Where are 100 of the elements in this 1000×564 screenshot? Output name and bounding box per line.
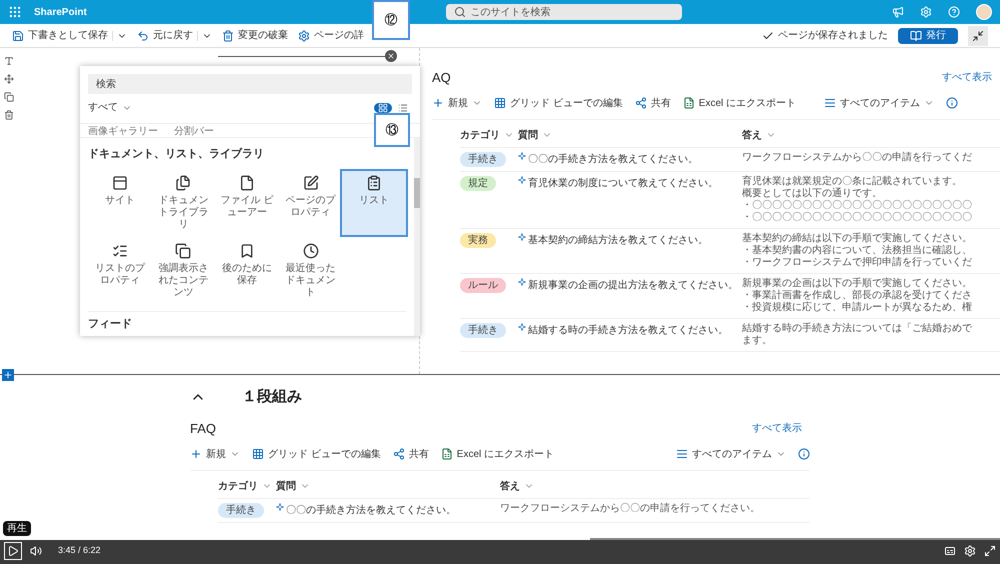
files-icon xyxy=(175,174,192,190)
list-icon xyxy=(398,102,408,112)
settings-icon xyxy=(964,545,976,557)
toolbar-button[interactable]: 共有 xyxy=(634,96,671,110)
clock-icon xyxy=(302,242,319,258)
sparkle-icon xyxy=(518,232,526,240)
toolbox-item[interactable]: 分割バー xyxy=(174,127,214,137)
app-launcher-icon xyxy=(8,5,22,19)
category-tag: 手続き xyxy=(460,322,506,338)
book-icon xyxy=(910,30,922,42)
close-icon xyxy=(387,52,395,60)
play-icon xyxy=(7,545,19,557)
filter-dropdown[interactable]: すべて xyxy=(88,100,132,115)
plus-icon xyxy=(190,448,202,460)
add-section-button[interactable] xyxy=(2,369,14,381)
megaphone-icon xyxy=(892,6,904,18)
question-cell-text: 新規事業の企画の提出方法を教えてください。 xyxy=(528,278,738,292)
help-icon xyxy=(948,6,960,18)
column-header[interactable]: 質問 xyxy=(276,478,500,494)
toolbar-button[interactable]: Excel にエクスポート xyxy=(682,96,796,110)
toolbar-button[interactable]: 新規 xyxy=(432,96,482,110)
webpart-title: AQ xyxy=(432,69,451,87)
settings-icon xyxy=(920,6,932,18)
info-icon xyxy=(946,97,958,109)
column-header[interactable]: カテゴリ xyxy=(218,478,276,494)
volume-icon xyxy=(30,545,42,557)
question-cell-text: 基本契約の締結方法を教えてください。 xyxy=(528,234,708,248)
question-cell-text: 育児休業の制度について教えてください。 xyxy=(528,176,718,190)
excel-icon xyxy=(682,97,695,109)
toolbar-button[interactable]: 共有 xyxy=(392,446,429,462)
column-header[interactable]: カテゴリ xyxy=(460,128,518,142)
text-icon xyxy=(4,56,14,66)
section-heading: フィード xyxy=(88,310,406,332)
toolbox-item[interactable]: 強調表示されたコンテンツ xyxy=(152,238,216,302)
toolbox-item[interactable]: リストのプロパティ xyxy=(88,238,152,302)
toolbox-item[interactable]: ページのプロパティ xyxy=(278,170,342,234)
category-tag: 手続き xyxy=(460,152,506,166)
plus-icon xyxy=(3,370,13,380)
play-button[interactable] xyxy=(4,542,22,560)
sparkle-icon xyxy=(518,322,526,330)
share-icon xyxy=(392,448,405,460)
sparkle-icon xyxy=(518,152,526,160)
grid-icon xyxy=(378,102,388,112)
share-icon xyxy=(634,97,647,109)
section-title: １段組み xyxy=(242,386,302,407)
see-all-link[interactable]: すべて表示 xyxy=(942,70,992,86)
avatar[interactable] xyxy=(976,4,992,20)
dropdown-button[interactable] xyxy=(197,30,212,40)
command-button[interactable]: 変更の破棄 xyxy=(222,28,288,43)
toolbar-button[interactable]: Excel にエクスポート xyxy=(440,446,554,462)
view-selector[interactable]: すべてのアイテム xyxy=(676,446,786,462)
bookmark-icon xyxy=(238,242,255,258)
command-button[interactable]: 下書きとして保存 xyxy=(12,28,108,43)
toolbox-item[interactable]: 画像ギャラリー xyxy=(88,127,158,137)
column-header[interactable]: 質問 xyxy=(518,128,742,142)
search-field[interactable]: 検索 xyxy=(88,74,412,94)
save-status: ページが保存されました xyxy=(762,28,888,43)
lines-icon xyxy=(824,97,836,109)
command-button[interactable]: 元に戻す xyxy=(137,28,193,43)
search-icon xyxy=(454,6,466,18)
toolbar-button[interactable]: 新規 xyxy=(190,446,240,462)
toolbox-item[interactable]: 後のために保存 xyxy=(215,238,279,302)
copy-icon xyxy=(4,92,14,102)
scrollbar[interactable] xyxy=(414,138,420,336)
dropdown-button[interactable] xyxy=(112,30,127,40)
toolbox-item[interactable]: 最近使ったドキュメント xyxy=(278,238,342,302)
toolbox-item[interactable]: サイト xyxy=(88,170,152,234)
toolbar-button[interactable]: グリッド ビューでの編集 xyxy=(252,446,381,462)
grid-icon xyxy=(494,97,506,109)
question-cell-text: 〇〇の手続き方法を教えてください。 xyxy=(528,152,698,166)
toolbox-item[interactable]: ドキュメントライブラリ xyxy=(152,170,216,234)
category-tag: ルール xyxy=(460,278,506,292)
sparkle-icon xyxy=(518,278,526,286)
grid-icon xyxy=(252,448,264,460)
info-icon xyxy=(798,448,810,460)
pen-icon xyxy=(302,174,319,190)
close-button[interactable] xyxy=(385,50,397,62)
file-icon xyxy=(238,174,255,190)
collapse-button[interactable] xyxy=(968,26,988,46)
see-all-link[interactable]: すべて表示 xyxy=(752,421,802,436)
fullscreen-icon xyxy=(984,545,996,557)
column-header[interactable]: 答え xyxy=(742,128,982,142)
question-cell-text: 〇〇の手続き方法を教えてください。 xyxy=(286,504,456,518)
copy-icon xyxy=(175,242,192,258)
answer-cell-text: 新規事業の企画は以下の手順で実施してください。 ・事業計画書を作成し、部長の承認を受けてくださ ・投資規模に応じて、申請ルートが異なるため、権 xyxy=(742,278,973,314)
callout: ⑫ xyxy=(372,0,410,40)
column-header[interactable]: 答え xyxy=(500,478,740,494)
publish-button[interactable]: 発行 xyxy=(898,28,958,44)
category-tag: 規定 xyxy=(460,176,496,190)
search-field[interactable]: このサイトを検索 xyxy=(446,4,682,20)
answer-cell-text: 育児休業は就業規定の〇条に記載されています。 概要としては以下の通りです。 ・〇〇〇〇〇〇〇〇〇〇〇〇〇〇〇〇〇〇〇〇〇〇 ・〇〇〇〇〇〇〇〇〇〇〇〇〇〇〇〇〇〇〇〇〇〇 xyxy=(742,176,973,224)
command-button[interactable]: ページの詳 xyxy=(298,28,364,43)
toolbar-button[interactable]: グリッド ビューでの編集 xyxy=(494,96,623,110)
toolbox-item[interactable]: ファイル ビューアー xyxy=(215,170,279,234)
view-selector[interactable]: すべてのアイテム xyxy=(824,96,934,110)
category-tag: 手続き xyxy=(218,502,264,518)
grid-view-toggle[interactable] xyxy=(374,102,392,112)
tooltip: 再生 xyxy=(3,521,31,536)
question-cell-text: 結婚する時の手続き方法を教えてください。 xyxy=(528,324,728,338)
toolbox-item[interactable]: リスト xyxy=(342,170,406,234)
